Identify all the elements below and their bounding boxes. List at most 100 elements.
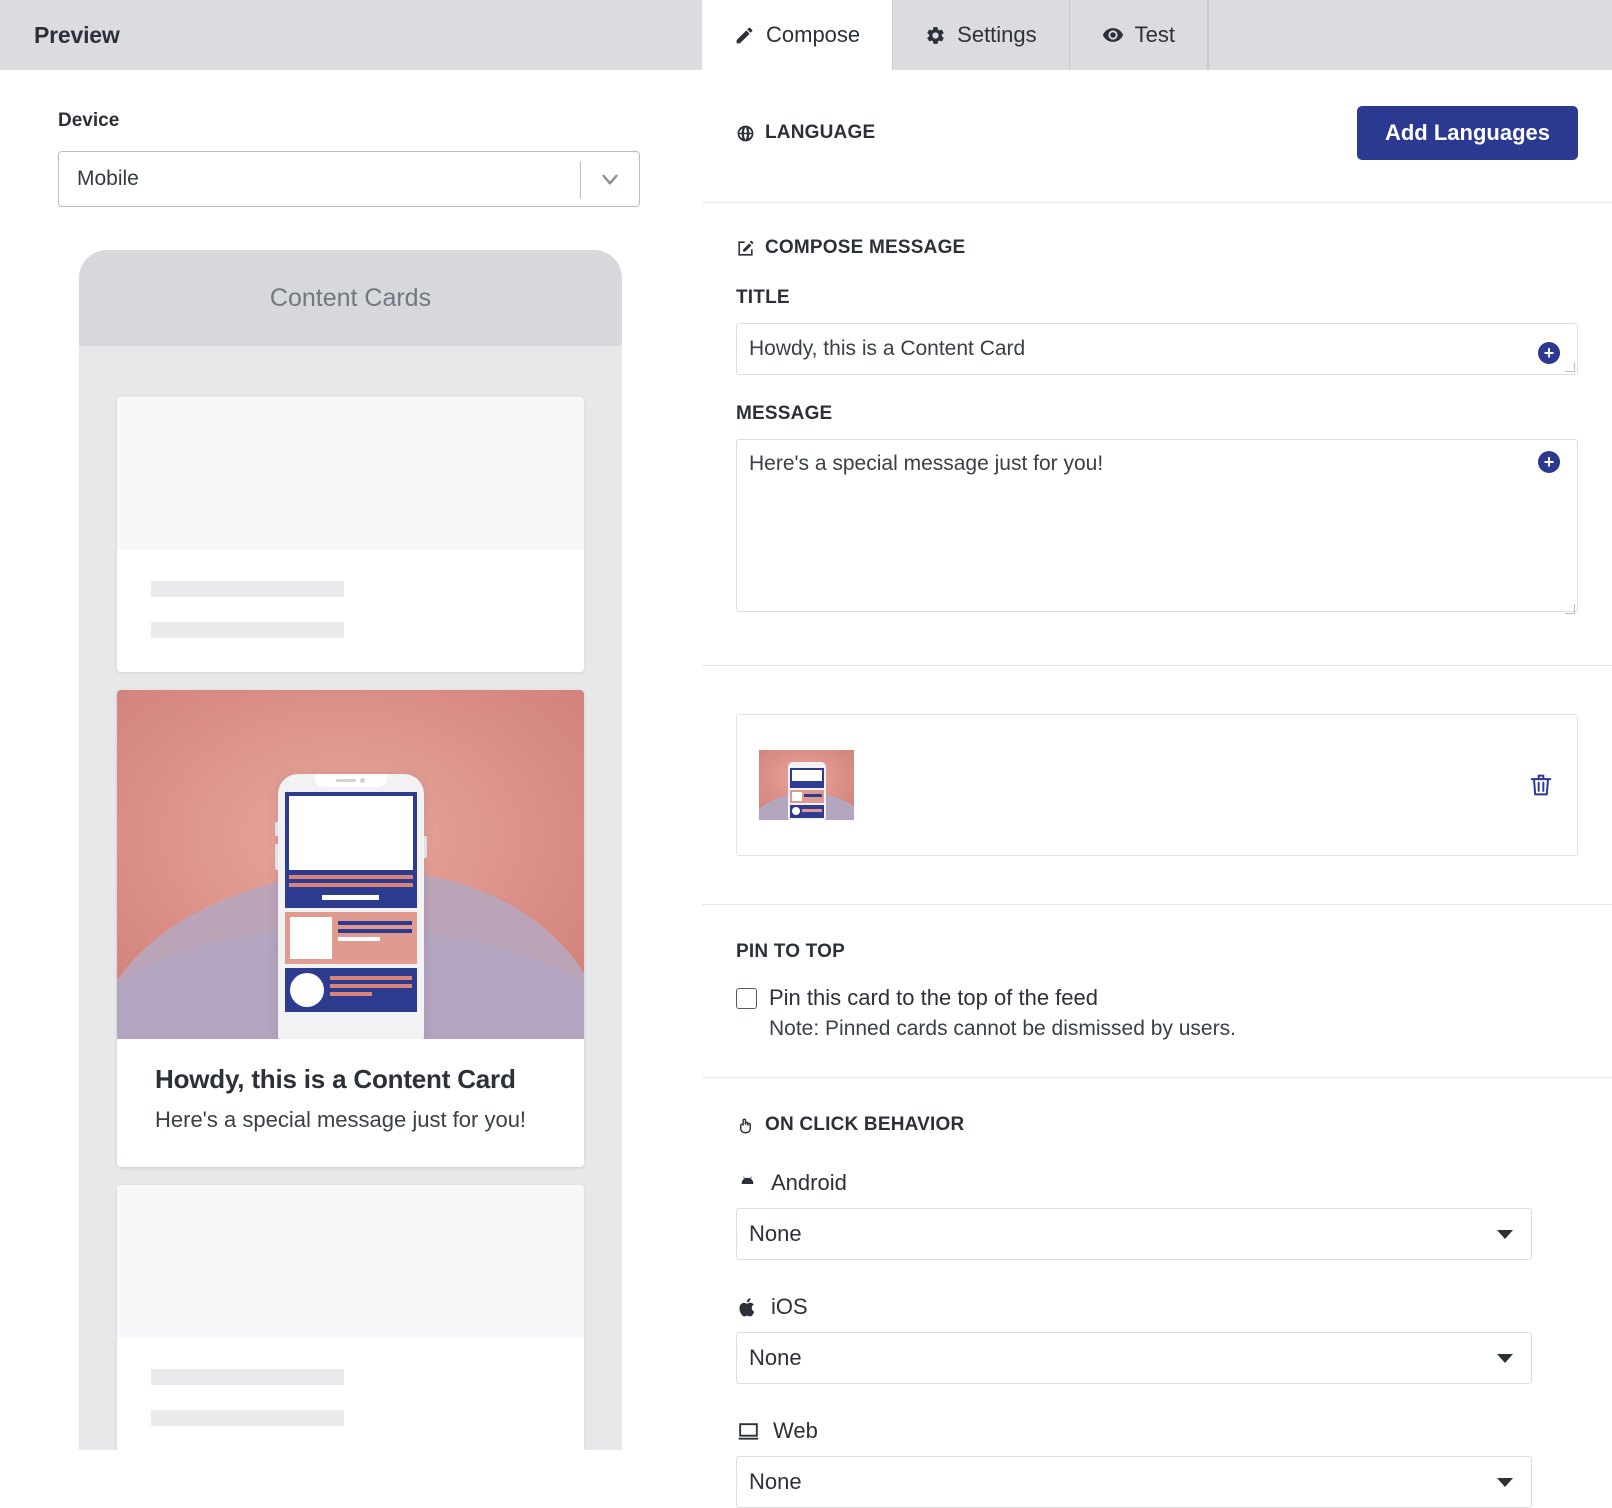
on-click-heading: ON CLICK BEHAVIOR [736, 1114, 1578, 1136]
illustration-phone [274, 774, 427, 1039]
phone-side-button [274, 844, 278, 870]
message-input-wrap: + [736, 439, 1578, 617]
illustration-lines [329, 973, 412, 1007]
phone-side-button [423, 836, 427, 858]
pin-checkbox[interactable] [736, 988, 757, 1009]
device-selector-block: Device Mobile [0, 70, 702, 207]
language-section: LANGUAGE Add Languages [702, 70, 1612, 202]
illustration-card-image [288, 796, 413, 870]
globe-icon [736, 124, 755, 143]
illustration-card-3 [284, 968, 417, 1012]
web-label: Web [773, 1418, 818, 1443]
title-input-wrap: + [736, 323, 1578, 375]
preview-content-card[interactable]: Howdy, this is a Content Card Here's a s… [117, 690, 584, 1167]
illustration-card-1 [284, 792, 417, 908]
editor-pane: Compose Settings Test LANGUAGE Add Langu… [702, 0, 1612, 1508]
message-resize-grip[interactable] [1565, 604, 1575, 614]
title-resize-grip[interactable] [1565, 362, 1575, 372]
eye-icon [1102, 24, 1124, 46]
gear-icon [925, 25, 946, 46]
phone-topbar: Content Cards [79, 250, 622, 346]
android-click-behavior-value: None [749, 1221, 802, 1246]
trash-icon[interactable] [1527, 770, 1555, 800]
pin-checkbox-label: Pin this card to the top of the feed [769, 985, 1098, 1010]
pin-checkbox-row[interactable]: Pin this card to the top of the feed [736, 985, 1578, 1011]
add-message-liquid-tag-button[interactable]: + [1538, 451, 1560, 473]
title-field-label: TITLE [736, 287, 790, 308]
pin-note: Note: Pinned cards cannot be dismissed b… [769, 1017, 1236, 1040]
tab-test[interactable]: Test [1070, 0, 1209, 70]
caret-down-icon [1497, 1477, 1513, 1487]
illustration-button [321, 895, 380, 900]
illustration-avatar [289, 973, 324, 1007]
card-illustration [117, 690, 584, 1039]
compose-heading: COMPOSE MESSAGE [736, 237, 1578, 259]
on-click-behavior-section: ON CLICK BEHAVIOR Android None iOS None [702, 1078, 1612, 1508]
card-message: Here's a special message just for you! [155, 1107, 527, 1132]
pointer-hand-icon [736, 1116, 755, 1135]
placeholder-image [117, 397, 584, 550]
caret-down-icon [1497, 1353, 1513, 1363]
tabs-filler [1208, 0, 1612, 70]
chevron-down-icon [597, 166, 623, 192]
placeholder-body [117, 550, 584, 672]
message-field-label: MESSAGE [736, 403, 833, 424]
phone-speaker [336, 779, 356, 782]
tab-compose[interactable]: Compose [702, 0, 894, 70]
placeholder-bar [151, 622, 344, 638]
add-title-liquid-tag-button[interactable]: + [1538, 342, 1560, 364]
web-click-behavior-select[interactable]: None [736, 1456, 1532, 1508]
tab-settings-label: Settings [957, 22, 1037, 47]
thumb-card-3 [789, 805, 824, 818]
placeholder-bar [151, 1410, 344, 1426]
device-select-value: Mobile [77, 167, 139, 190]
laptop-icon [736, 1419, 761, 1444]
android-icon [736, 1172, 759, 1195]
phone-mockup: Content Cards Howdy, this is a Content C… [79, 250, 622, 1450]
preview-header: Preview [0, 0, 702, 70]
illustration-line [337, 929, 412, 933]
card-title: Howdy, this is a Content Card [155, 1064, 516, 1094]
android-label: Android [771, 1170, 847, 1195]
preview-title: Preview [34, 21, 120, 48]
thumb-screen [789, 768, 824, 818]
title-input[interactable] [736, 323, 1578, 375]
placeholder-body [117, 1338, 584, 1450]
image-thumbnail[interactable] [759, 750, 854, 820]
add-languages-button[interactable]: Add Languages [1356, 106, 1578, 160]
phone-camera [360, 778, 365, 783]
phone-topbar-title: Content Cards [269, 283, 432, 312]
content-card-editor: Preview Device Mobile Content Cards Howd… [0, 0, 1612, 1508]
caret-down-icon [1497, 1229, 1513, 1239]
apple-icon [736, 1296, 759, 1319]
image-upload-box[interactable] [736, 714, 1578, 856]
on-click-heading-label: ON CLICK BEHAVIOR [765, 1114, 965, 1135]
card-body: Howdy, this is a Content Card Here's a s… [117, 1039, 584, 1167]
pin-heading-label: PIN TO TOP [736, 941, 845, 962]
ios-label: iOS [771, 1294, 808, 1319]
content-card-feed: Howdy, this is a Content Card Here's a s… [79, 346, 622, 1450]
illustration-thumb [289, 917, 332, 959]
device-label: Device [58, 110, 120, 131]
android-platform-label: Android [736, 1170, 1578, 1196]
pin-to-top-section: PIN TO TOP Pin this card to the top of t… [702, 905, 1612, 1077]
ios-click-behavior-value: None [749, 1345, 802, 1370]
device-select[interactable]: Mobile [58, 151, 640, 207]
web-click-behavior-value: None [749, 1469, 802, 1494]
editor-tabs: Compose Settings Test [702, 0, 1612, 70]
select-separator [580, 161, 581, 199]
thumb-phone [787, 762, 826, 820]
ios-click-behavior-select[interactable]: None [736, 1332, 1532, 1384]
android-click-behavior-select[interactable]: None [736, 1208, 1532, 1260]
thumb-card-1 [789, 768, 824, 788]
message-textarea[interactable] [736, 439, 1578, 612]
phone-notch [314, 774, 387, 787]
thumb-card-2 [789, 790, 824, 803]
pin-heading: PIN TO TOP [736, 941, 1578, 963]
tab-settings[interactable]: Settings [893, 0, 1070, 70]
phone-side-button [274, 822, 278, 836]
web-platform-label: Web [736, 1418, 1578, 1444]
illustration-line [337, 937, 381, 941]
illustration-screen [284, 792, 417, 1039]
language-heading-label: LANGUAGE [765, 122, 876, 143]
